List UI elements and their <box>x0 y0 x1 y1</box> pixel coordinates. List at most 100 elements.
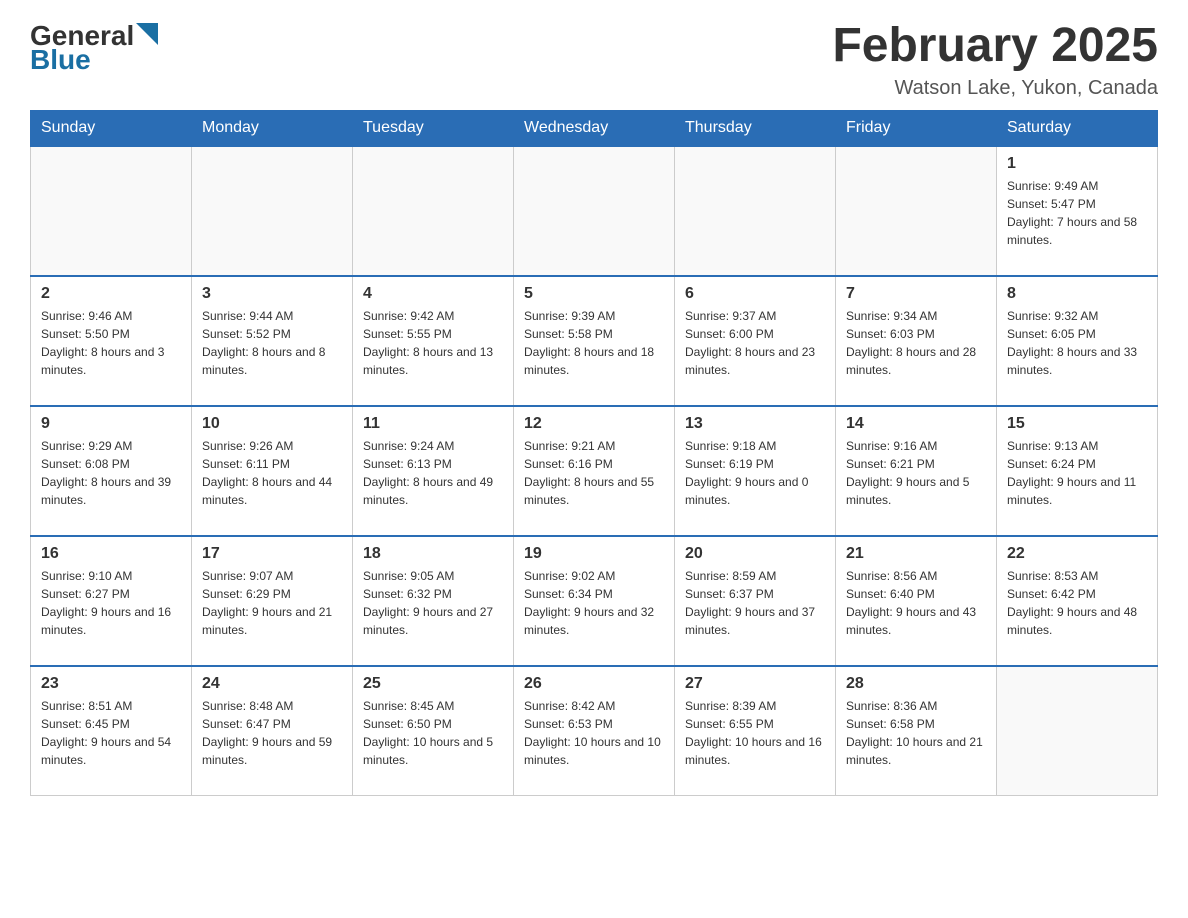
calendar-day-cell: 21Sunrise: 8:56 AM Sunset: 6:40 PM Dayli… <box>836 536 997 666</box>
day-info: Sunrise: 8:53 AM Sunset: 6:42 PM Dayligh… <box>1007 567 1147 639</box>
calendar-day-cell: 26Sunrise: 8:42 AM Sunset: 6:53 PM Dayli… <box>514 666 675 796</box>
day-info: Sunrise: 9:37 AM Sunset: 6:00 PM Dayligh… <box>685 307 825 379</box>
day-info: Sunrise: 9:26 AM Sunset: 6:11 PM Dayligh… <box>202 437 342 509</box>
day-of-week-header: Saturday <box>997 110 1158 146</box>
calendar-day-cell <box>675 146 836 276</box>
calendar-header-row: SundayMondayTuesdayWednesdayThursdayFrid… <box>31 110 1158 146</box>
day-number: 22 <box>1007 545 1147 563</box>
day-info: Sunrise: 8:51 AM Sunset: 6:45 PM Dayligh… <box>41 697 181 769</box>
day-info: Sunrise: 9:02 AM Sunset: 6:34 PM Dayligh… <box>524 567 664 639</box>
page-header: General Blue February 2025 Watson Lake, … <box>30 20 1158 100</box>
day-number: 2 <box>41 285 181 303</box>
calendar-day-cell: 18Sunrise: 9:05 AM Sunset: 6:32 PM Dayli… <box>353 536 514 666</box>
day-info: Sunrise: 9:16 AM Sunset: 6:21 PM Dayligh… <box>846 437 986 509</box>
day-number: 15 <box>1007 415 1147 433</box>
day-of-week-header: Thursday <box>675 110 836 146</box>
day-number: 7 <box>846 285 986 303</box>
calendar-day-cell: 2 Sunrise: 9:46 AM Sunset: 5:50 PM Daylig… <box>31 276 192 406</box>
day-number: 21 <box>846 545 986 563</box>
calendar-day-cell: 5Sunrise: 9:39 AM Sunset: 5:58 PM Daylig… <box>514 276 675 406</box>
calendar-day-cell <box>836 146 997 276</box>
calendar-day-cell <box>31 146 192 276</box>
day-number: 19 <box>524 545 664 563</box>
day-info: Sunrise: 8:48 AM Sunset: 6:47 PM Dayligh… <box>202 697 342 769</box>
calendar-day-cell: 6Sunrise: 9:37 AM Sunset: 6:00 PM Daylig… <box>675 276 836 406</box>
day-number: 12 <box>524 415 664 433</box>
day-info: Sunrise: 8:39 AM Sunset: 6:55 PM Dayligh… <box>685 697 825 769</box>
month-title: February 2025 <box>832 20 1158 73</box>
calendar-day-cell <box>997 666 1158 796</box>
calendar-day-cell <box>192 146 353 276</box>
calendar-day-cell <box>353 146 514 276</box>
calendar-day-cell: 1 Sunrise: 9:49 AM Sunset: 5:47 PM Daylig… <box>997 146 1158 276</box>
calendar-day-cell: 14 Sunrise: 9:16 AM Sunset: 6:21 PM Dayli… <box>836 406 997 536</box>
day-info: Sunrise: 9:10 AM Sunset: 6:27 PM Dayligh… <box>41 567 181 639</box>
title-block: February 2025 Watson Lake, Yukon, Canada <box>832 20 1158 100</box>
calendar-day-cell: 24 Sunrise: 8:48 AM Sunset: 6:47 PM Dayli… <box>192 666 353 796</box>
day-info: Sunrise: 9:21 AM Sunset: 6:16 PM Dayligh… <box>524 437 664 509</box>
day-info: Sunrise: 9:18 AM Sunset: 6:19 PM Dayligh… <box>685 437 825 509</box>
day-number: 16 <box>41 545 181 563</box>
day-of-week-header: Sunday <box>31 110 192 146</box>
day-number: 1 <box>1007 155 1147 173</box>
day-number: 4 <box>363 285 503 303</box>
day-info: Sunrise: 9:29 AM Sunset: 6:08 PM Dayligh… <box>41 437 181 509</box>
logo: General Blue <box>30 20 158 76</box>
logo-arrow-icon <box>136 23 158 45</box>
day-info: Sunrise: 9:34 AM Sunset: 6:03 PM Dayligh… <box>846 307 986 379</box>
day-info: Sunrise: 9:32 AM Sunset: 6:05 PM Dayligh… <box>1007 307 1147 379</box>
calendar-week-row: 2 Sunrise: 9:46 AM Sunset: 5:50 PM Daylig… <box>31 276 1158 406</box>
calendar-day-cell: 4Sunrise: 9:42 AM Sunset: 5:55 PM Daylig… <box>353 276 514 406</box>
calendar-day-cell: 22 Sunrise: 8:53 AM Sunset: 6:42 PM Dayli… <box>997 536 1158 666</box>
day-number: 20 <box>685 545 825 563</box>
day-of-week-header: Monday <box>192 110 353 146</box>
day-number: 28 <box>846 675 986 693</box>
day-number: 11 <box>363 415 503 433</box>
day-number: 14 <box>846 415 986 433</box>
calendar-week-row: 23 Sunrise: 8:51 AM Sunset: 6:45 PM Dayli… <box>31 666 1158 796</box>
day-info: Sunrise: 9:24 AM Sunset: 6:13 PM Dayligh… <box>363 437 503 509</box>
day-info: Sunrise: 9:39 AM Sunset: 5:58 PM Dayligh… <box>524 307 664 379</box>
day-number: 13 <box>685 415 825 433</box>
calendar-day-cell: 15 Sunrise: 9:13 AM Sunset: 6:24 PM Dayli… <box>997 406 1158 536</box>
day-number: 25 <box>363 675 503 693</box>
calendar-day-cell: 27 Sunrise: 8:39 AM Sunset: 6:55 PM Dayli… <box>675 666 836 796</box>
day-number: 27 <box>685 675 825 693</box>
calendar-day-cell: 20 Sunrise: 8:59 AM Sunset: 6:37 PM Dayli… <box>675 536 836 666</box>
day-info: Sunrise: 9:46 AM Sunset: 5:50 PM Dayligh… <box>41 307 181 379</box>
day-number: 24 <box>202 675 342 693</box>
day-info: Sunrise: 9:49 AM Sunset: 5:47 PM Dayligh… <box>1007 177 1147 249</box>
calendar-day-cell: 16 Sunrise: 9:10 AM Sunset: 6:27 PM Dayli… <box>31 536 192 666</box>
calendar-table: SundayMondayTuesdayWednesdayThursdayFrid… <box>30 110 1158 797</box>
day-info: Sunrise: 9:44 AM Sunset: 5:52 PM Dayligh… <box>202 307 342 379</box>
day-of-week-header: Friday <box>836 110 997 146</box>
day-info: Sunrise: 9:07 AM Sunset: 6:29 PM Dayligh… <box>202 567 342 639</box>
calendar-day-cell: 13 Sunrise: 9:18 AM Sunset: 6:19 PM Dayli… <box>675 406 836 536</box>
calendar-day-cell: 9 Sunrise: 9:29 AM Sunset: 6:08 PM Daylig… <box>31 406 192 536</box>
calendar-day-cell: 28Sunrise: 8:36 AM Sunset: 6:58 PM Dayli… <box>836 666 997 796</box>
calendar-day-cell: 10Sunrise: 9:26 AM Sunset: 6:11 PM Dayli… <box>192 406 353 536</box>
day-info: Sunrise: 8:45 AM Sunset: 6:50 PM Dayligh… <box>363 697 503 769</box>
day-number: 23 <box>41 675 181 693</box>
calendar-day-cell: 23 Sunrise: 8:51 AM Sunset: 6:45 PM Dayli… <box>31 666 192 796</box>
day-info: Sunrise: 8:42 AM Sunset: 6:53 PM Dayligh… <box>524 697 664 769</box>
calendar-day-cell: 8 Sunrise: 9:32 AM Sunset: 6:05 PM Daylig… <box>997 276 1158 406</box>
calendar-day-cell: 7 Sunrise: 9:34 AM Sunset: 6:03 PM Daylig… <box>836 276 997 406</box>
day-number: 17 <box>202 545 342 563</box>
day-number: 3 <box>202 285 342 303</box>
day-number: 18 <box>363 545 503 563</box>
day-of-week-header: Wednesday <box>514 110 675 146</box>
calendar-day-cell: 3 Sunrise: 9:44 AM Sunset: 5:52 PM Daylig… <box>192 276 353 406</box>
day-of-week-header: Tuesday <box>353 110 514 146</box>
day-info: Sunrise: 8:59 AM Sunset: 6:37 PM Dayligh… <box>685 567 825 639</box>
day-info: Sunrise: 9:13 AM Sunset: 6:24 PM Dayligh… <box>1007 437 1147 509</box>
location-title: Watson Lake, Yukon, Canada <box>832 77 1158 100</box>
calendar-day-cell: 11 Sunrise: 9:24 AM Sunset: 6:13 PM Dayli… <box>353 406 514 536</box>
day-number: 9 <box>41 415 181 433</box>
calendar-week-row: 9 Sunrise: 9:29 AM Sunset: 6:08 PM Daylig… <box>31 406 1158 536</box>
day-number: 8 <box>1007 285 1147 303</box>
calendar-day-cell: 19 Sunrise: 9:02 AM Sunset: 6:34 PM Dayli… <box>514 536 675 666</box>
calendar-day-cell <box>514 146 675 276</box>
calendar-day-cell: 12 Sunrise: 9:21 AM Sunset: 6:16 PM Dayli… <box>514 406 675 536</box>
calendar-day-cell: 25 Sunrise: 8:45 AM Sunset: 6:50 PM Dayli… <box>353 666 514 796</box>
